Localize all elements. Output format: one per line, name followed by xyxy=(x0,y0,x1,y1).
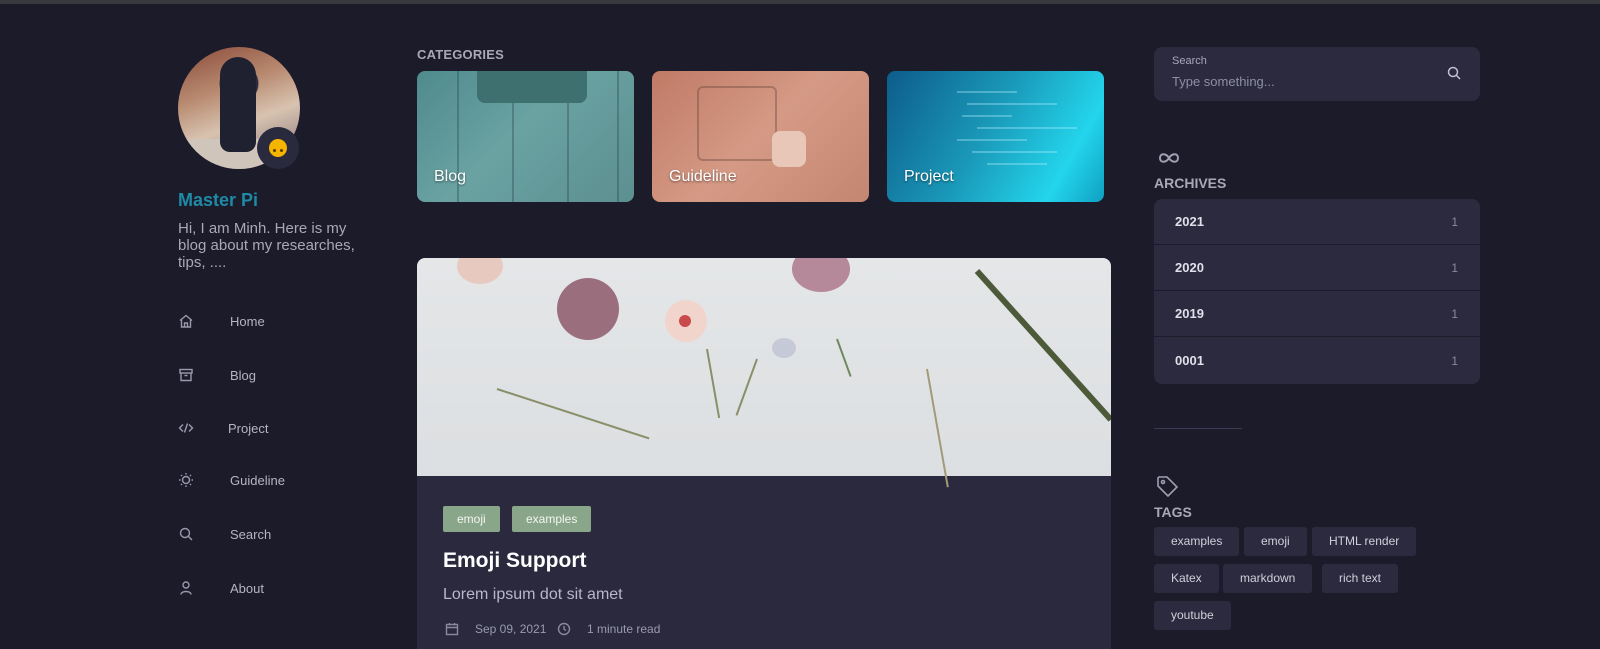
archive-year: 2019 xyxy=(1175,306,1204,321)
archives-list: 2021 1 2020 1 2019 1 0001 1 xyxy=(1154,199,1480,384)
tags-title: TAGS xyxy=(1154,504,1192,520)
code-icon xyxy=(178,423,194,433)
calendar-icon xyxy=(445,623,459,636)
nav-label-project: Project xyxy=(228,420,269,436)
profile-bio: Hi, I am Minh. Here is my blog about my … xyxy=(178,220,355,271)
vase-image xyxy=(772,131,806,167)
archive-year: 2021 xyxy=(1175,214,1204,229)
archive-box-icon xyxy=(179,368,193,382)
post-date-text: Sep 09, 2021 xyxy=(475,622,547,636)
nav-label-home: Home xyxy=(230,313,265,329)
tag-pill[interactable]: examples xyxy=(1154,527,1240,556)
archives-title: ARCHIVES xyxy=(1154,175,1227,191)
post-cover-image xyxy=(417,258,1111,488)
typewriter-image xyxy=(477,71,587,103)
post-title[interactable]: Emoji Support xyxy=(443,549,587,573)
archive-row[interactable]: 2021 1 xyxy=(1154,199,1480,245)
section-divider xyxy=(1154,428,1242,429)
archive-count: 1 xyxy=(1451,261,1458,275)
profile-name[interactable]: Master Pi xyxy=(178,190,258,211)
tag-pill[interactable]: rich text xyxy=(1322,564,1399,593)
category-label-blog: Blog xyxy=(434,168,467,185)
archive-count: 1 xyxy=(1451,307,1458,321)
search-icon xyxy=(179,527,193,541)
category-card-guideline[interactable]: Guideline xyxy=(652,71,869,202)
category-card-blog[interactable]: Blog xyxy=(417,71,634,202)
left-sidebar: Master Pi Hi, I am Minh. Here is my blog… xyxy=(0,0,400,649)
nav-label-about: About xyxy=(230,580,264,596)
search-caption: Search xyxy=(1172,55,1207,67)
tag-pill[interactable]: emoji xyxy=(1244,527,1307,556)
search-icon[interactable] xyxy=(1446,65,1462,81)
avatar-figure xyxy=(220,57,256,152)
post-read-time-text: 1 minute read xyxy=(587,622,661,636)
tag-pill[interactable]: youtube xyxy=(1154,601,1231,630)
post-tag-examples[interactable]: examples xyxy=(512,506,592,532)
tag-pill[interactable]: Katex xyxy=(1154,564,1219,593)
nav-label-blog: Blog xyxy=(230,367,257,383)
post-tag-emoji[interactable]: emoji xyxy=(443,506,500,532)
nav-item-search[interactable]: Search xyxy=(178,523,378,545)
home-icon xyxy=(179,314,193,328)
post-subtitle: Lorem ipsum dot sit amet xyxy=(443,586,623,603)
post-read-time: 1 minute read xyxy=(557,622,660,636)
archive-count: 1 xyxy=(1451,215,1458,229)
infinity-icon xyxy=(1156,148,1182,168)
nav-label-guideline: Guideline xyxy=(230,472,285,488)
archive-row[interactable]: 0001 1 xyxy=(1154,338,1480,384)
category-label-project: Project xyxy=(904,168,954,185)
category-card-project[interactable]: Project xyxy=(887,71,1104,202)
categories-title: CATEGORIES xyxy=(417,47,504,62)
archive-year: 2020 xyxy=(1175,260,1204,275)
nav-label-search: Search xyxy=(230,526,272,542)
search-box: Search xyxy=(1154,47,1480,101)
chair-image xyxy=(697,86,777,161)
upside-down-face-emoji-icon xyxy=(257,127,299,169)
user-icon xyxy=(180,581,192,595)
archive-count: 1 xyxy=(1451,354,1458,368)
tag-icon xyxy=(1156,475,1179,498)
nav-item-blog[interactable]: Blog xyxy=(178,364,378,386)
nav-item-home[interactable]: Home xyxy=(178,310,378,332)
tag-pill[interactable]: HTML render xyxy=(1312,527,1417,556)
archive-year: 0001 xyxy=(1175,353,1204,368)
lightbulb-icon xyxy=(179,473,193,487)
nav-item-guideline[interactable]: Guideline xyxy=(178,469,378,491)
clock-icon xyxy=(557,622,571,636)
search-input[interactable] xyxy=(1172,71,1432,91)
archive-row[interactable]: 2020 1 xyxy=(1154,245,1480,291)
tag-pill[interactable]: markdown xyxy=(1223,564,1313,593)
nav-item-project[interactable]: Project xyxy=(178,417,378,439)
post-date: Sep 09, 2021 xyxy=(445,622,546,636)
nav-item-about[interactable]: About xyxy=(178,577,378,599)
category-label-guideline: Guideline xyxy=(669,168,737,185)
archive-row[interactable]: 2019 1 xyxy=(1154,291,1480,337)
